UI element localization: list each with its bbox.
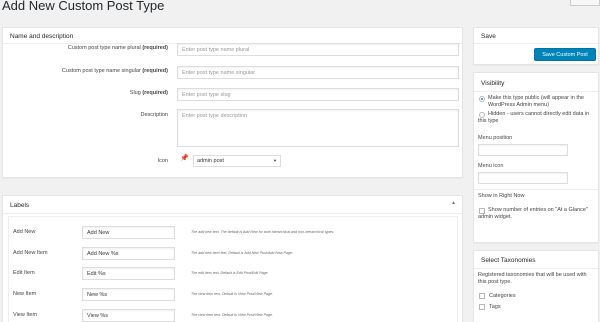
add-new-item-hint: The add new item text. Default is Add Ne… [191,251,293,255]
labels-heading: Labels ▲ [3,196,462,214]
right-now-option-label: Show number of entries on "At a Glance" … [478,207,588,220]
public-option-label: Make this type public (will appear in th… [488,95,584,108]
save-custom-post-button[interactable]: Save Custom Post [534,48,596,61]
label-view-item: View Item [13,312,38,318]
categories-checkbox[interactable] [479,293,485,299]
screen-options-button[interactable] [570,0,600,6]
view-item-hint: The view item text. Default is View Post… [191,313,273,317]
taxonomies-box: Select Taxonomies Registered taxonomies … [473,250,599,322]
menu-icon-input[interactable] [478,172,568,184]
hidden-option-label: Hidden - users cannot directly edit data… [478,111,590,124]
singular-name-input[interactable]: Enter post type name singular [177,66,459,79]
label-add-new-item: Add New Item [13,250,48,256]
add-new-input[interactable]: Add New [82,226,175,239]
visibility-divider [474,189,598,190]
add-new-hint: The add new text. The default is Add New… [191,230,335,234]
slug-label: Slug (required) [129,90,168,96]
menu-position-label: Menu position [478,135,513,141]
public-radio[interactable] [479,96,485,102]
taxonomies-description: Registered taxonomies that will be used … [478,272,587,285]
menu-position-input[interactable] [478,144,568,156]
chevron-down-icon: ▼ [273,158,277,163]
save-heading: Save [474,28,598,44]
plural-name-label: Custom post type name plural (required) [67,45,168,51]
edit-item-hint: The edit item text. Default is Edit Post… [191,271,269,275]
collapse-arrow-icon[interactable]: ▲ [451,200,456,206]
label-add-new: Add New [13,229,36,235]
name-description-box: Name and description Custom post type na… [2,27,463,178]
edit-item-input[interactable]: Edit %s [82,267,175,280]
icon-label: Icon [157,158,168,164]
icon-select[interactable]: admin post ▼ [193,155,281,167]
label-edit-item: Edit Item [13,270,35,276]
categories-label: Categories [489,293,516,299]
right-now-label: Show in Right Now [478,193,525,199]
visibility-box: Visibility Make this type public (will a… [473,72,599,243]
tags-checkbox[interactable] [479,304,485,310]
name-description-heading: Name and description [3,28,462,44]
menu-icon-label: Menu icon [478,163,504,169]
description-label: Description [140,112,168,118]
tags-label: Tags [489,304,501,310]
label-new-item: New Item [13,291,37,297]
new-item-input[interactable]: New %s [82,288,175,301]
slug-input[interactable]: Enter post type slug [177,88,459,101]
page-title: Add New Custom Post Type [2,0,165,13]
taxonomies-heading: Select Taxonomies [474,251,598,269]
add-new-item-input[interactable]: Add New %s [82,247,175,260]
plural-name-input[interactable]: Enter post type name plural [177,43,459,56]
pin-icon: 📌 [180,155,189,162]
visibility-heading: Visibility [474,73,598,92]
view-item-input[interactable]: View %s [82,309,175,322]
new-item-hint: The view item text. Default is View Post… [191,292,273,296]
singular-name-label: Custom post type name singular (required… [61,68,168,74]
labels-box: Labels ▲ Add New Add New The add new tex… [2,195,463,322]
description-textarea[interactable]: Enter post type description [177,109,459,147]
save-box: Save Save Custom Post [473,27,599,65]
